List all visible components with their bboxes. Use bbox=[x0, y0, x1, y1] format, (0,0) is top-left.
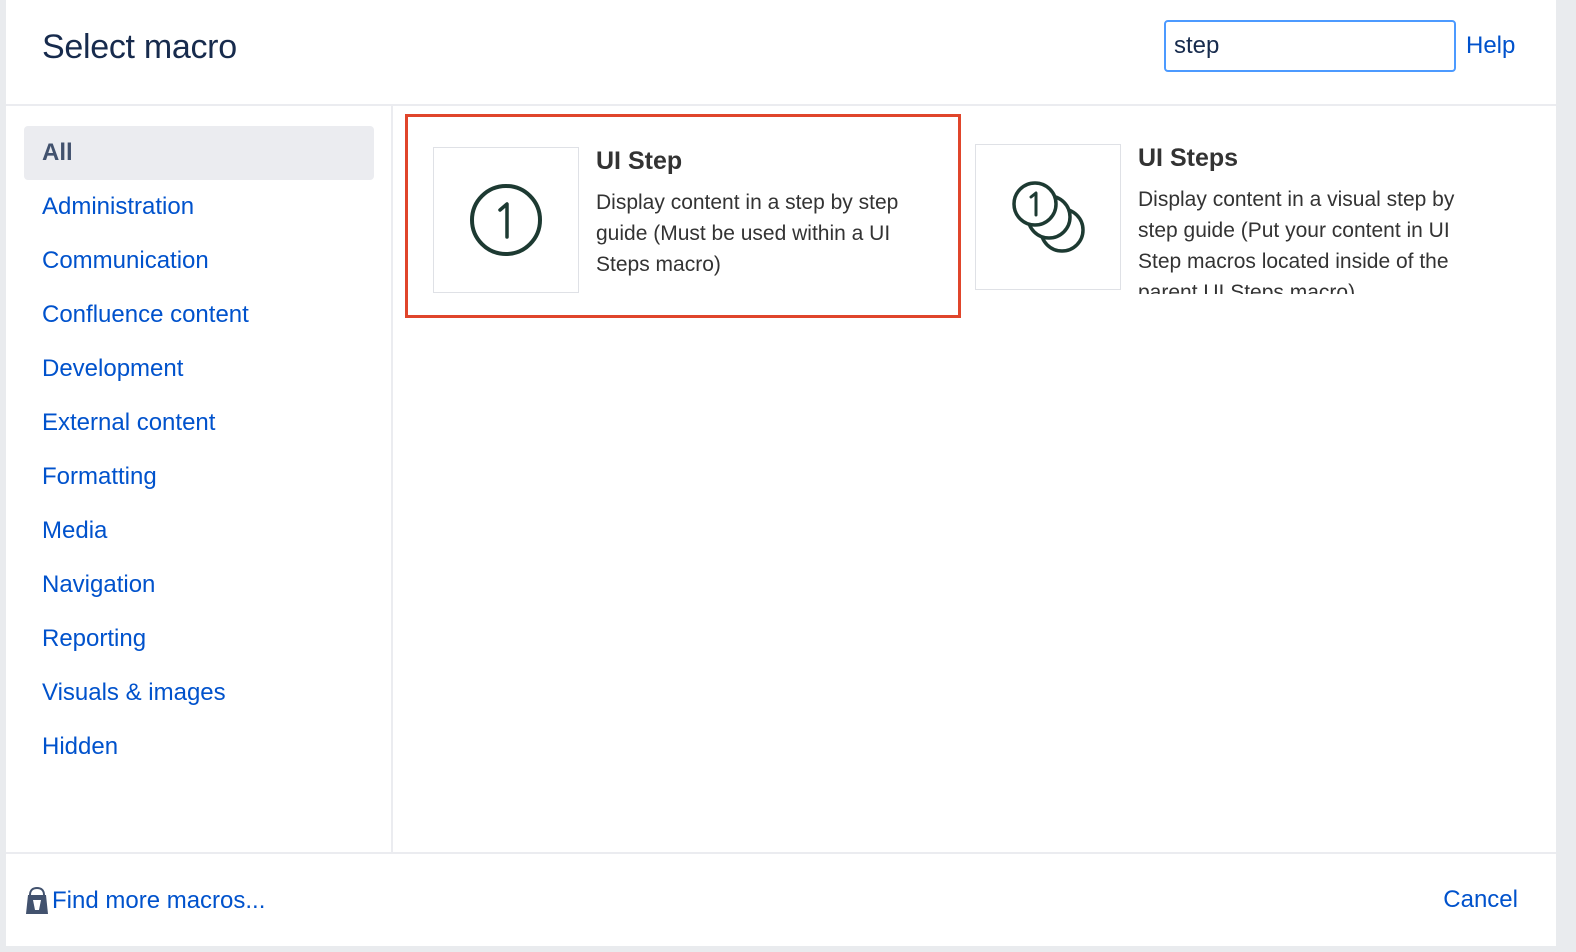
dialog-title: Select macro bbox=[42, 28, 237, 66]
category-external-content[interactable]: External content bbox=[24, 396, 374, 450]
macro-thumbnail bbox=[975, 144, 1121, 290]
macro-name: UI Steps bbox=[1138, 144, 1239, 172]
multi-step-icon bbox=[1012, 181, 1085, 253]
cancel-button[interactable]: Cancel bbox=[1443, 886, 1518, 914]
category-reporting[interactable]: Reporting bbox=[24, 612, 374, 666]
macro-card-ui-steps[interactable]: UI Steps Display content in a visual ste… bbox=[950, 114, 1506, 318]
single-step-icon bbox=[470, 184, 542, 256]
macro-name: UI Step bbox=[596, 147, 683, 175]
category-all[interactable]: All bbox=[24, 126, 374, 180]
category-confluence-content[interactable]: Confluence content bbox=[24, 288, 374, 342]
category-visuals-images[interactable]: Visuals & images bbox=[24, 666, 374, 720]
category-communication[interactable]: Communication bbox=[24, 234, 374, 288]
macro-description: Display content in a step by step guide … bbox=[596, 191, 899, 276]
category-media[interactable]: Media bbox=[24, 504, 374, 558]
category-administration[interactable]: Administration bbox=[24, 180, 374, 234]
select-macro-dialog: Select macro Help All Administration Com… bbox=[6, 0, 1556, 946]
help-link[interactable]: Help bbox=[1466, 32, 1515, 60]
category-navigation[interactable]: Navigation bbox=[24, 558, 374, 612]
category-list: All Administration Communication Conflue… bbox=[24, 126, 374, 774]
macro-card-ui-step[interactable]: UI Step Display content in a step by ste… bbox=[405, 114, 961, 318]
dialog-header: Select macro Help bbox=[6, 0, 1556, 106]
find-more-macros-link[interactable]: Find more macros... bbox=[24, 886, 265, 916]
category-hidden[interactable]: Hidden bbox=[24, 720, 374, 774]
category-sidebar: All Administration Communication Conflue… bbox=[6, 106, 393, 852]
category-formatting[interactable]: Formatting bbox=[24, 450, 374, 504]
find-more-label: Find more macros... bbox=[52, 887, 266, 914]
dialog-footer: Find more macros... Cancel bbox=[6, 852, 1556, 946]
macro-description: Display content in a visual step by step… bbox=[1138, 188, 1455, 294]
macro-search-input[interactable] bbox=[1164, 20, 1456, 72]
macro-thumbnail bbox=[433, 147, 579, 293]
category-development[interactable]: Development bbox=[24, 342, 374, 396]
marketplace-bag-icon bbox=[24, 886, 50, 916]
macro-results: UI Step Display content in a step by ste… bbox=[393, 106, 1556, 852]
